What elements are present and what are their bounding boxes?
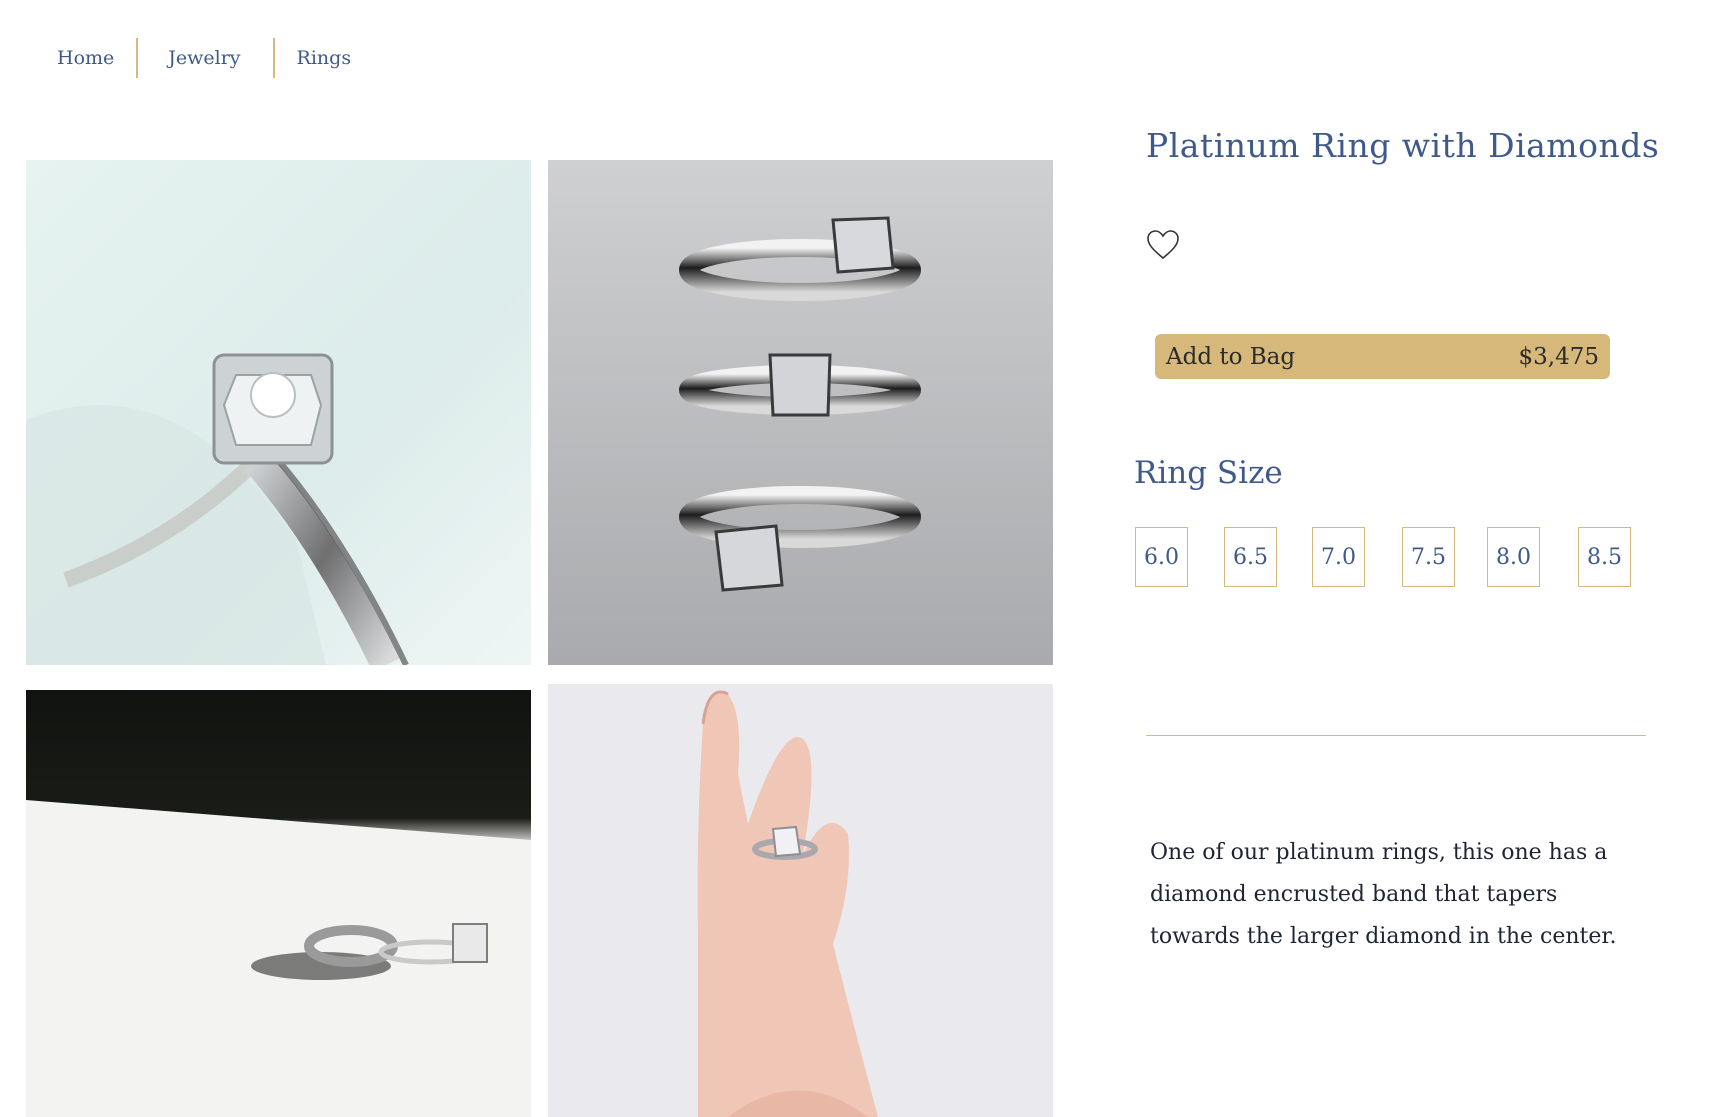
breadcrumb-rings-link[interactable]: Rings (297, 47, 352, 69)
add-to-bag-label: Add to Bag (1166, 343, 1296, 370)
product-title: Platinum Ring with Diamonds (1146, 126, 1660, 165)
breadcrumb: Home Jewelry Rings (57, 38, 351, 78)
breadcrumb-separator (136, 38, 139, 78)
size-option-6-0[interactable]: 6.0 (1135, 527, 1188, 587)
add-to-bag-button[interactable]: Add to Bag $3,475 (1155, 334, 1610, 379)
hand-with-ring-image (548, 684, 1053, 1117)
ring-size-heading: Ring Size (1134, 455, 1283, 491)
size-option-8-5[interactable]: 8.5 (1578, 527, 1631, 587)
size-option-8-0[interactable]: 8.0 (1487, 527, 1540, 587)
wishlist-button[interactable] (1146, 228, 1180, 262)
gallery-image-three-rings[interactable] (548, 160, 1053, 665)
gallery-image-hand-with-ring[interactable] (548, 684, 1053, 1117)
ring-closeup-image (26, 160, 531, 665)
breadcrumb-separator (272, 38, 275, 78)
product-description: One of our platinum rings, this one has … (1150, 840, 1617, 949)
price: $3,475 (1518, 343, 1599, 370)
wedding-set-image (26, 690, 531, 1117)
size-option-7-0[interactable]: 7.0 (1312, 527, 1365, 587)
section-divider (1146, 735, 1646, 736)
size-option-6-5[interactable]: 6.5 (1224, 527, 1277, 587)
breadcrumb-jewelry-link[interactable]: Jewelry (168, 47, 240, 69)
size-option-7-5[interactable]: 7.5 (1402, 527, 1455, 587)
heart-outline-icon (1147, 230, 1179, 260)
breadcrumb-home-link[interactable]: Home (57, 47, 114, 69)
gallery-image-wedding-set[interactable] (26, 690, 531, 1117)
gallery-image-ring-closeup[interactable] (26, 160, 531, 665)
three-rings-image (548, 160, 1053, 665)
